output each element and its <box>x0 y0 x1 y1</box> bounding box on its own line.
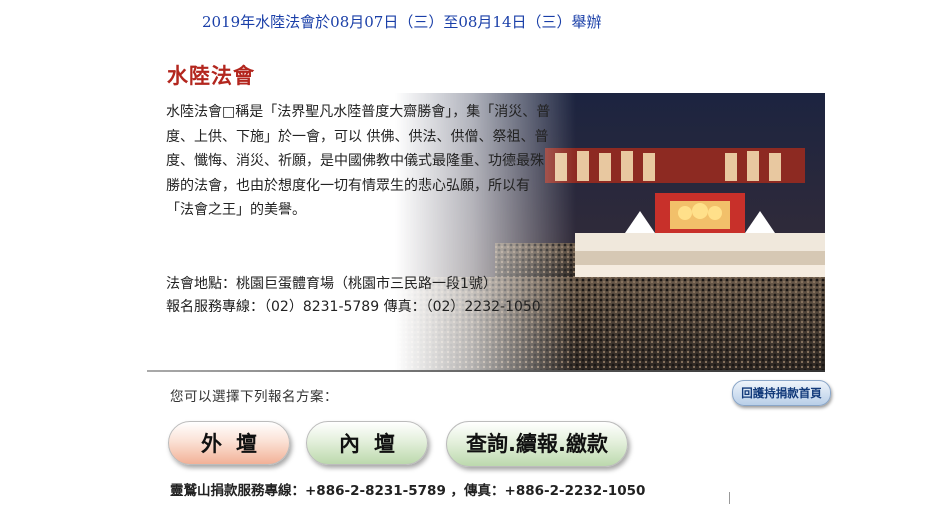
divider <box>147 370 825 372</box>
event-description: 水陸法會□稱是「法界聖凡水陸普度大齋勝會」，集「消災、普度、上供、下施」於一會，… <box>166 104 551 218</box>
query-renew-pay-button[interactable]: 查詢.續報.繳款 <box>446 421 628 467</box>
hotline-value: +886-2-8231-5789 ，傳真：+886-2-2232-1050 <box>305 483 646 499</box>
donation-hotline: 靈鷲山捐款服務專線：+886-2-8231-5789 ，傳真：+886-2-22… <box>170 479 645 499</box>
divider-tick <box>729 492 730 504</box>
venue-location: 法會地點：桃園巨蛋體育場（桃園市三民路一段1號） <box>166 276 497 292</box>
event-date-notice: 2019年水陸法會於08月07日（三）至08月14日（三）舉辦 <box>202 13 602 31</box>
outer-altar-button[interactable]: 外壇 <box>168 421 290 465</box>
registration-phone: 報名服務專線：（02）8231-5789 傳真：（02）2232-1050 <box>166 299 541 315</box>
inner-altar-button[interactable]: 內壇 <box>306 421 428 465</box>
page-title: 水陸法會 <box>167 64 255 88</box>
back-to-donation-home-button[interactable]: 回護持捐款首頁 <box>732 380 831 406</box>
hotline-label: 靈鷲山捐款服務專線： <box>170 483 305 499</box>
choose-plan-label: 您可以選擇下列報名方案： <box>170 389 338 405</box>
